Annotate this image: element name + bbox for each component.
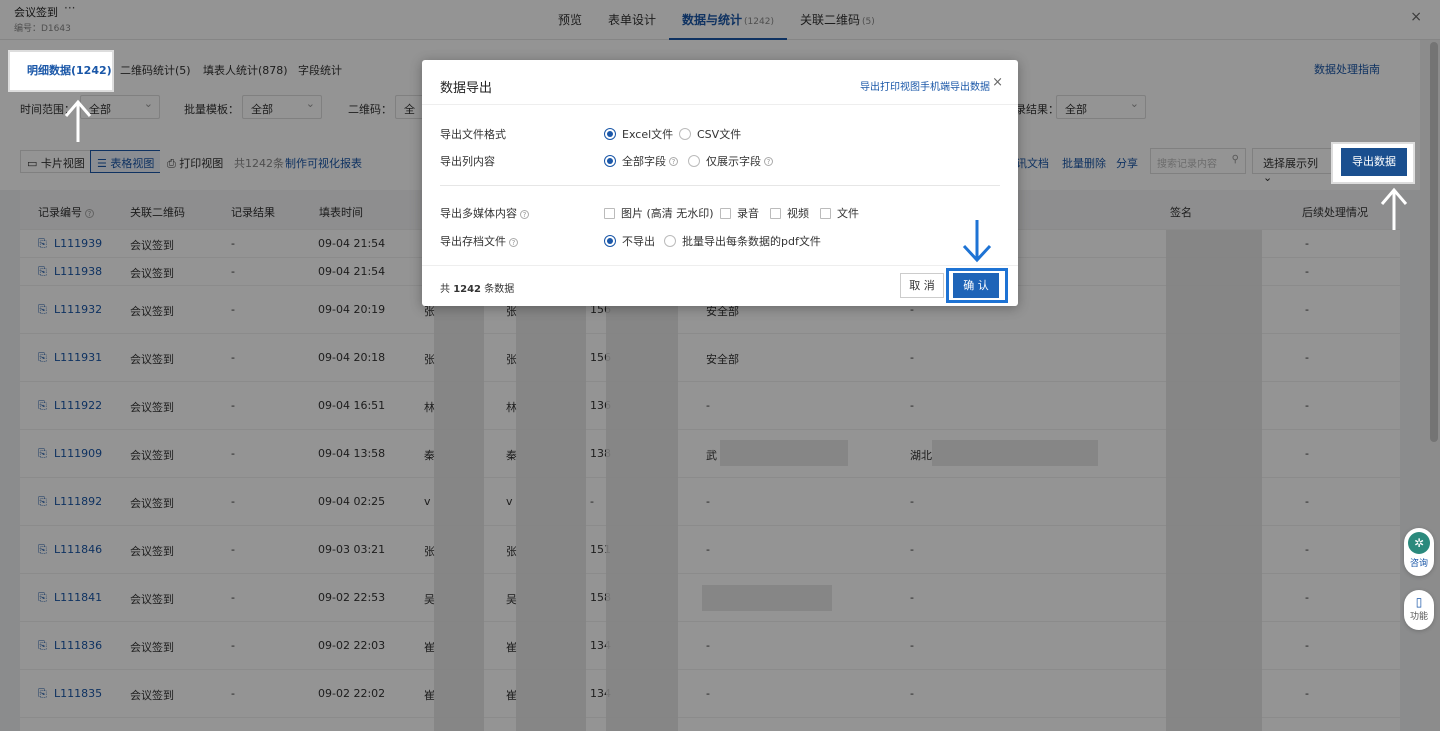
archive-pdf-radio[interactable]: 批量导出每条数据的pdf文件	[664, 233, 821, 249]
cancel-button[interactable]: 取 消	[900, 273, 944, 298]
option-label: 视频	[787, 207, 809, 220]
label-text: 导出多媒体内容	[440, 207, 517, 220]
radio-icon	[604, 235, 616, 247]
subtab-detail-data-highlighted[interactable]: 明细数据(1242)	[27, 62, 112, 78]
count-value: 1242	[453, 284, 482, 295]
radio-icon	[604, 155, 616, 167]
divider	[440, 185, 1000, 186]
option-label: 仅展示字段	[706, 155, 761, 168]
consult-icon: ✲	[1408, 532, 1430, 554]
export-print-view-link[interactable]: 导出打印视图	[860, 78, 920, 93]
arrow-down-icon	[962, 220, 992, 263]
count-suffix: 条数据	[484, 284, 515, 295]
divider	[422, 104, 1018, 105]
columns-shown-radio[interactable]: 仅展示字段?	[688, 153, 773, 169]
checkbox-icon	[720, 207, 731, 219]
media-label: 导出多媒体内容?	[440, 205, 529, 221]
arrow-up-icon	[64, 99, 92, 142]
format-label: 导出文件格式	[440, 128, 506, 141]
media-image-checkbox[interactable]: 图片 (高清 无水印)	[604, 205, 714, 221]
format-excel-radio[interactable]: Excel文件	[604, 126, 673, 142]
dialog-title: 数据导出	[440, 81, 493, 96]
help-icon[interactable]: ?	[669, 156, 678, 166]
count-prefix: 共	[440, 284, 450, 295]
help-icon[interactable]: ?	[764, 156, 773, 166]
export-data-button-highlighted[interactable]: 导出数据	[1341, 148, 1407, 176]
bookmark-icon: ▯	[1415, 595, 1423, 609]
option-label: CSV文件	[697, 128, 742, 141]
help-icon[interactable]: ?	[520, 210, 529, 219]
option-label: 图片 (高清 无水印)	[621, 207, 714, 220]
consult-label: 咨询	[1409, 559, 1428, 569]
radio-icon	[688, 155, 700, 167]
media-file-checkbox[interactable]: 文件	[820, 205, 859, 221]
arrow-up-icon	[1380, 187, 1408, 230]
highlight-confirm-button	[946, 268, 1008, 303]
help-icon[interactable]: ?	[509, 238, 518, 247]
checkbox-icon	[604, 207, 615, 219]
radio-icon	[679, 128, 691, 140]
archive-none-radio[interactable]: 不导出	[604, 233, 655, 249]
feature-button[interactable]: ▯ 功能	[1404, 590, 1434, 630]
consult-button[interactable]: ✲ 咨询	[1404, 528, 1434, 576]
label-text: 导出存档文件	[440, 235, 506, 248]
format-csv-radio[interactable]: CSV文件	[679, 126, 741, 142]
archive-label: 导出存档文件?	[440, 233, 518, 249]
media-video-checkbox[interactable]: 视频	[770, 205, 809, 221]
mobile-export-link[interactable]: 手机端导出数据	[920, 78, 990, 93]
divider	[422, 265, 1018, 266]
option-label: 全部字段	[622, 155, 666, 168]
export-count: 共 1242 条数据	[440, 280, 514, 295]
export-dialog: 数据导出 导出打印视图 手机端导出数据 × 导出文件格式 Excel文件 CSV…	[422, 60, 1018, 306]
close-icon[interactable]: ×	[992, 75, 1003, 90]
columns-all-radio[interactable]: 全部字段?	[604, 153, 678, 169]
checkbox-icon	[770, 207, 781, 219]
option-label: Excel文件	[622, 128, 674, 141]
feature-label: 功能	[1409, 612, 1428, 622]
checkbox-icon	[820, 207, 831, 219]
option-label: 文件	[837, 207, 859, 220]
media-audio-checkbox[interactable]: 录音	[720, 205, 759, 221]
option-label: 不导出	[622, 235, 655, 248]
option-label: 批量导出每条数据的pdf文件	[682, 235, 821, 248]
columns-label: 导出列内容	[440, 155, 495, 168]
option-label: 录音	[737, 207, 759, 220]
radio-icon	[604, 128, 616, 140]
radio-icon	[664, 235, 676, 247]
